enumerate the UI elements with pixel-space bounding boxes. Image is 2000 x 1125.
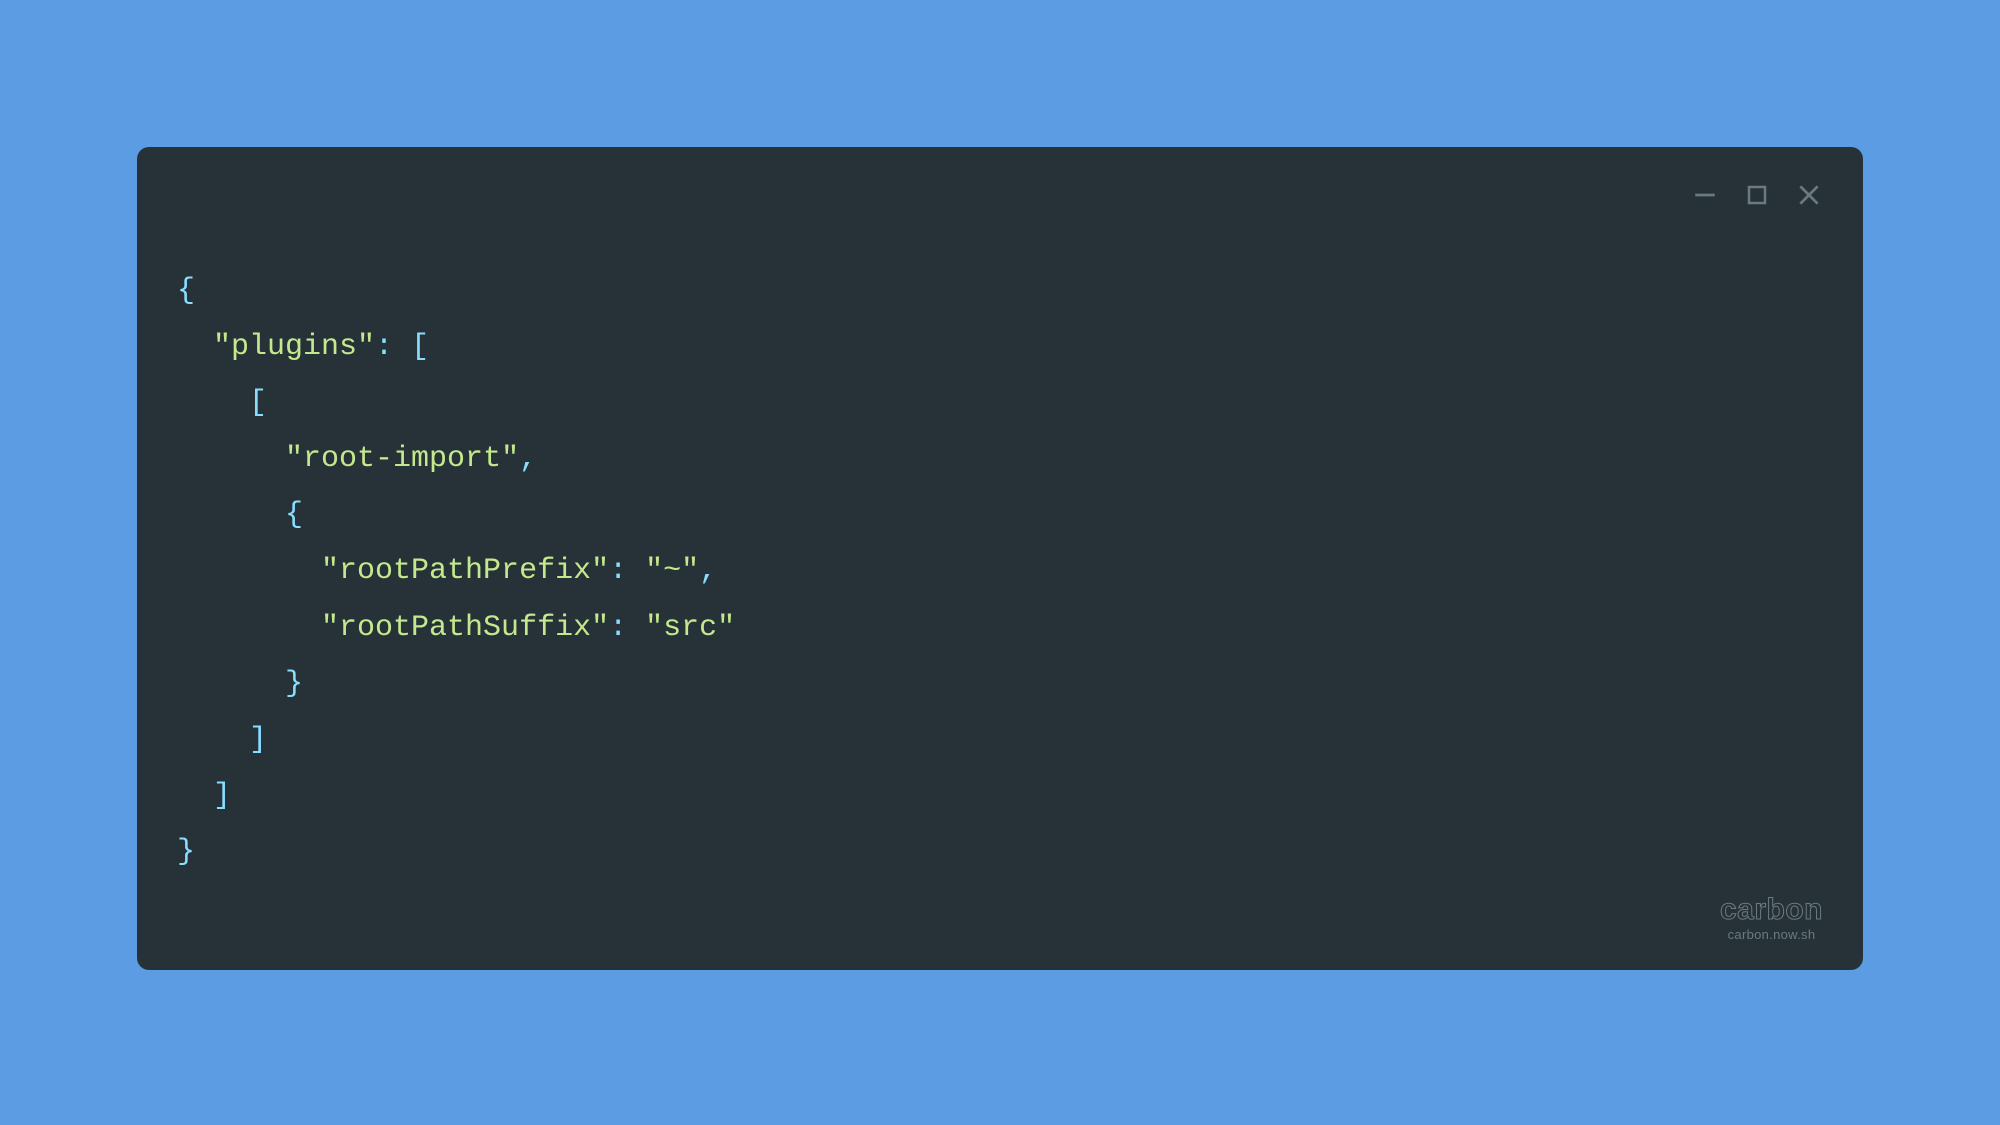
token-string: "~" xyxy=(645,554,699,588)
token-string: "rootPathPrefix" xyxy=(321,554,609,588)
token-comma: , xyxy=(519,442,537,476)
code-line: ] xyxy=(177,768,1823,824)
code-line: { xyxy=(177,263,1823,319)
token-punct: : xyxy=(375,330,393,364)
token-punct: ] xyxy=(249,723,267,757)
token-punct: } xyxy=(177,835,195,869)
token-punct: } xyxy=(285,667,303,701)
token-plain xyxy=(627,554,645,588)
code-window: { "plugins": [ [ "root-import", { "rootP… xyxy=(137,147,1863,970)
watermark-logo: carbon xyxy=(1720,895,1823,925)
token-string: "rootPathSuffix" xyxy=(321,611,609,645)
token-string: "plugins" xyxy=(213,330,375,364)
close-icon[interactable] xyxy=(1795,181,1823,209)
token-string: "root-import" xyxy=(285,442,519,476)
code-line: "rootPathPrefix": "~", xyxy=(177,543,1823,599)
code-line: } xyxy=(177,824,1823,880)
maximize-icon[interactable] xyxy=(1743,181,1771,209)
token-comma: , xyxy=(699,554,717,588)
minimize-icon[interactable] xyxy=(1691,181,1719,209)
token-punct: [ xyxy=(411,330,429,364)
watermark-url: carbon.now.sh xyxy=(1720,927,1823,942)
code-block: { "plugins": [ [ "root-import", { "rootP… xyxy=(177,263,1823,880)
token-string: "src" xyxy=(645,611,735,645)
code-line: { xyxy=(177,487,1823,543)
token-punct: { xyxy=(285,498,303,532)
token-punct: ] xyxy=(213,779,231,813)
token-punct: : xyxy=(609,554,627,588)
code-line: "plugins": [ xyxy=(177,319,1823,375)
token-punct: [ xyxy=(249,386,267,420)
token-punct: { xyxy=(177,274,195,308)
watermark: carbon carbon.now.sh xyxy=(1720,895,1823,942)
code-line: [ xyxy=(177,375,1823,431)
code-line: "rootPathSuffix": "src" xyxy=(177,600,1823,656)
window-controls xyxy=(1691,181,1823,209)
code-line: ] xyxy=(177,712,1823,768)
token-plain xyxy=(627,611,645,645)
code-line: "root-import", xyxy=(177,431,1823,487)
code-line: } xyxy=(177,656,1823,712)
token-punct: : xyxy=(609,611,627,645)
token-plain xyxy=(393,330,411,364)
